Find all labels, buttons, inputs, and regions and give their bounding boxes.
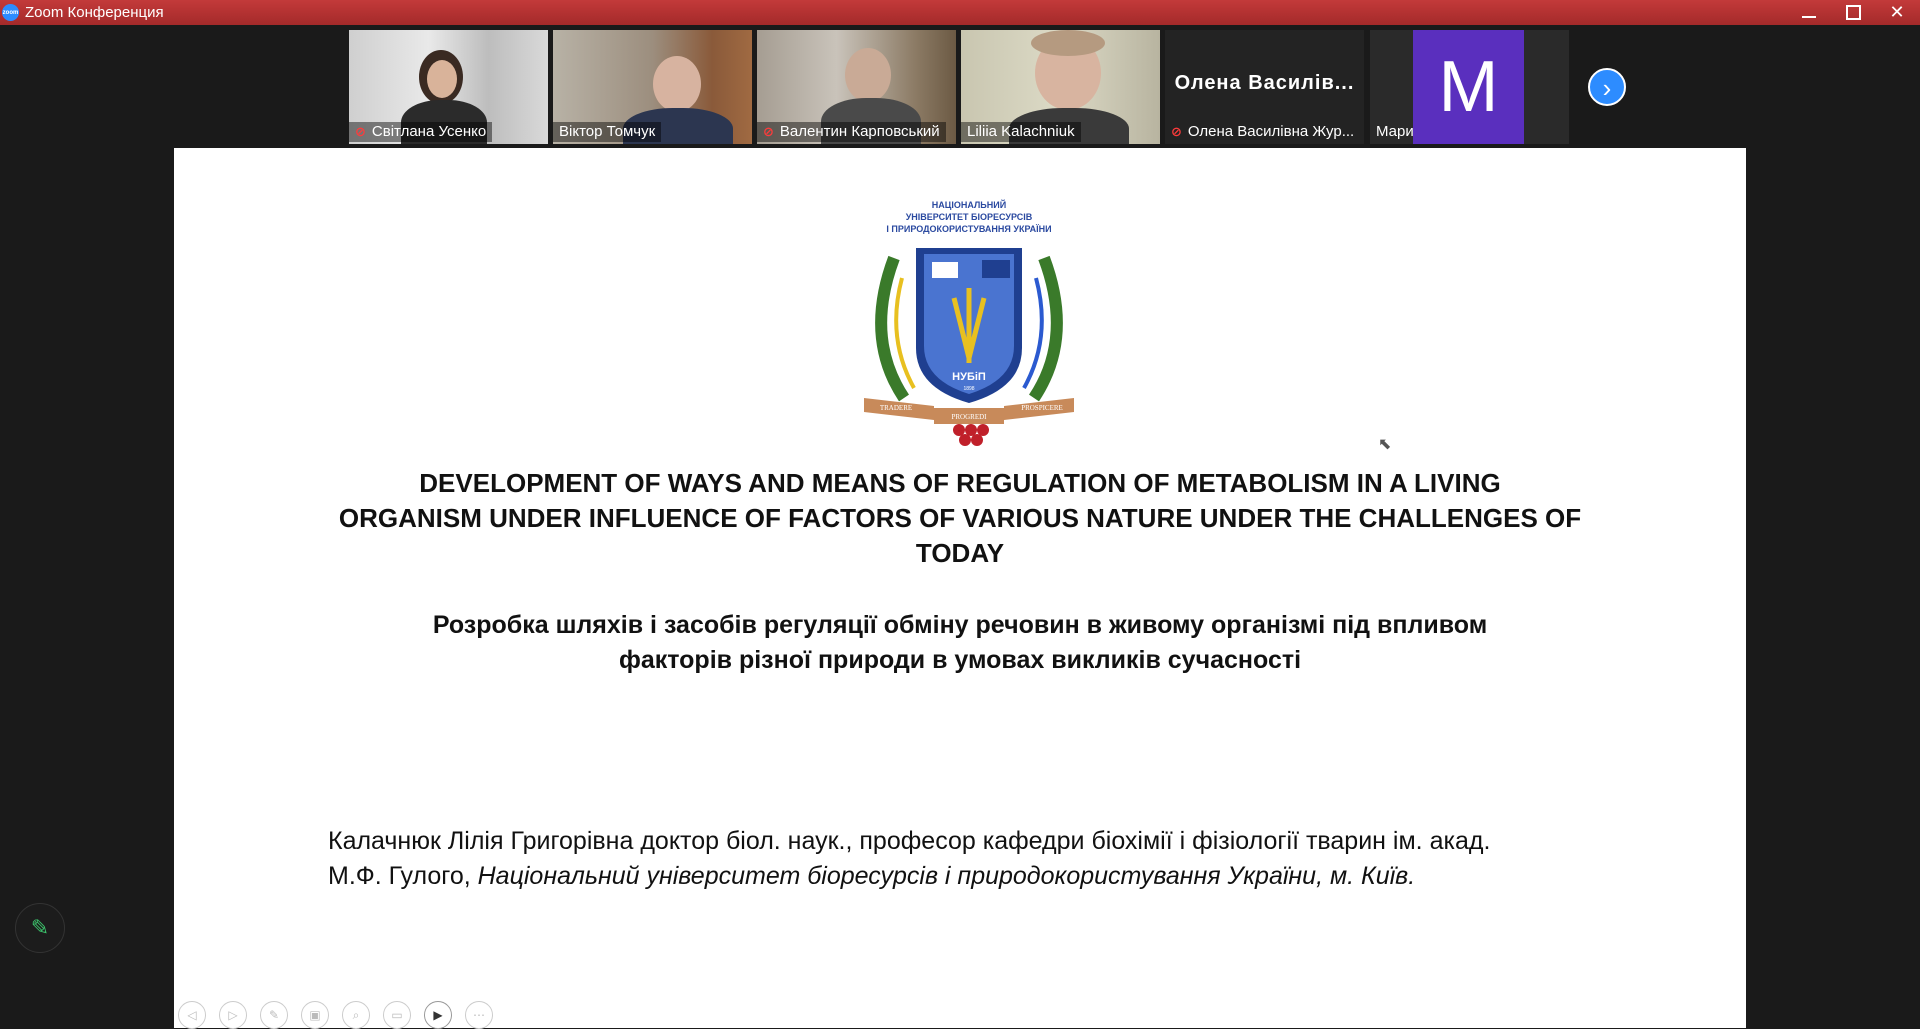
avatar: M bbox=[1413, 30, 1524, 144]
mouse-cursor-icon: ⬉ bbox=[1378, 436, 1392, 453]
title-ua-line: факторів різної природи в умовах викликі… bbox=[618, 646, 1302, 674]
close-button[interactable]: ✕ bbox=[1874, 0, 1920, 25]
emblem-text-1: НАЦІОНАЛЬНИЙ bbox=[932, 199, 1006, 210]
participant-tile[interactable]: Олена Василів... ⊘ Олена Василівна Жур..… bbox=[1165, 30, 1364, 144]
annotate-button[interactable]: ✎ bbox=[15, 903, 65, 953]
minimize-button[interactable] bbox=[1786, 0, 1830, 25]
participant-hair bbox=[1031, 30, 1105, 56]
author-affiliation: М.Ф. Гулого, Національний університет бі… bbox=[328, 859, 1648, 894]
window-title: Zoom Конференция bbox=[25, 4, 164, 21]
participant-face bbox=[427, 60, 457, 98]
maximize-icon bbox=[1846, 5, 1861, 20]
slide-title-en: DEVELOPMENT OF WAYS AND MEANS OF REGULAT… bbox=[324, 466, 1596, 571]
participant-name: Liliia Kalachniuk bbox=[967, 123, 1075, 140]
participant-name: Віктор Томчук bbox=[559, 123, 656, 140]
maximize-button[interactable] bbox=[1830, 0, 1874, 25]
window-controls: ✕ bbox=[1786, 0, 1920, 25]
mic-muted-icon: ⊘ bbox=[763, 124, 774, 139]
mic-muted-icon: ⊘ bbox=[355, 124, 366, 139]
emblem-text-2: УНІВЕРСИТЕТ БІОРЕСУРСІВ bbox=[906, 212, 1033, 222]
slide-toolbar: ◁ ▷ ✎ ▣ ⌕ ▭ ▶ ⋯ bbox=[178, 1001, 493, 1029]
pencil-icon: ✎ bbox=[30, 915, 50, 940]
minimize-icon bbox=[1802, 16, 1816, 18]
participant-name: Олена Василівна Жур... bbox=[1187, 123, 1355, 140]
participant-name: Світлана Усенко bbox=[371, 123, 487, 140]
participant-name-bar: Liliia Kalachniuk bbox=[961, 122, 1081, 142]
participant-face bbox=[845, 48, 891, 102]
close-icon: ✕ bbox=[1889, 2, 1905, 22]
window-titlebar: zoom Zoom Конференция ✕ bbox=[0, 0, 1920, 25]
title-ua-line: Розробка шляхів і засобів регуляції обмі… bbox=[432, 611, 1488, 639]
emblem-year: 1898 bbox=[963, 386, 974, 392]
participant-name-bar: ⊘ Олена Василівна Жур... bbox=[1165, 122, 1360, 142]
participant-tile-active[interactable]: Liliia Kalachniuk bbox=[961, 30, 1160, 144]
affiliation-text: Національний університет біоресурсів і п… bbox=[477, 862, 1416, 890]
copy-icon[interactable]: ▣ bbox=[301, 1001, 329, 1029]
slide-author: Калачнюк Лілія Григорівна доктор біол. н… bbox=[328, 824, 1648, 894]
zoom-logo-icon: zoom bbox=[2, 4, 19, 21]
next-icon[interactable]: ▷ bbox=[219, 1001, 247, 1029]
slide-title-ua: Розробка шляхів і засобів регуляції обмі… bbox=[324, 608, 1596, 678]
emblem-center: НУБіП bbox=[952, 371, 986, 383]
university-emblem: НАЦІОНАЛЬНИЙ УНІВЕРСИТЕТ БІОРЕСУРСІВ І П… bbox=[864, 199, 1074, 446]
participant-tile[interactable]: ⊘ Світлана Усенко bbox=[349, 30, 548, 144]
prev-icon[interactable]: ◁ bbox=[178, 1001, 206, 1029]
participant-face bbox=[653, 56, 701, 112]
participant-name: Валентин Карповський bbox=[779, 123, 940, 140]
chevron-right-icon: › bbox=[1602, 73, 1612, 103]
author-line: Калачнюк Лілія Григорівна доктор біол. н… bbox=[328, 827, 1491, 855]
ribbon-left: TRADERE bbox=[880, 404, 912, 412]
participant-name-bar: Віктор Томчук bbox=[553, 122, 662, 142]
shared-slide: НАЦІОНАЛЬНИЙ УНІВЕРСИТЕТ БІОРЕСУРСІВ І П… bbox=[174, 148, 1746, 1028]
participant-tile[interactable]: Віктор Томчук bbox=[553, 30, 752, 144]
ribbon-center: PROGREDI bbox=[951, 413, 987, 421]
participant-name-bar: ⊘ Світлана Усенко bbox=[349, 122, 493, 142]
title-en-line: DEVELOPMENT OF WAYS AND MEANS OF REGULAT… bbox=[419, 468, 1501, 498]
video-icon[interactable]: ▶ bbox=[424, 1001, 452, 1029]
ribbon-right: PROSPICERE bbox=[1021, 404, 1063, 412]
berries-icon bbox=[953, 424, 965, 436]
emblem-text-3: І ПРИРОДОКОРИСТУВАННЯ УКРАЇНИ bbox=[886, 224, 1051, 234]
participant-display-name: Олена Василів... bbox=[1174, 72, 1355, 94]
pen-icon[interactable]: ✎ bbox=[260, 1001, 288, 1029]
participant-tile[interactable]: ⊘ Валентин Карповський bbox=[757, 30, 956, 144]
title-en-line: TODAY bbox=[915, 538, 1005, 568]
book-icon bbox=[932, 262, 958, 278]
author-name-part: М.Ф. Гулого, bbox=[328, 862, 478, 890]
more-icon[interactable]: ⋯ bbox=[465, 1001, 493, 1029]
image-icon[interactable]: ▭ bbox=[383, 1001, 411, 1029]
next-participants-button[interactable]: › bbox=[1588, 68, 1626, 106]
horse-icon bbox=[982, 260, 1010, 278]
zoom-icon[interactable]: ⌕ bbox=[342, 1001, 370, 1029]
title-en-line: ORGANISM UNDER INFLUENCE OF FACTORS OF V… bbox=[338, 503, 1582, 533]
participant-name-bar: ⊘ Валентин Карповський bbox=[757, 122, 946, 142]
mic-muted-icon: ⊘ bbox=[1171, 124, 1182, 139]
